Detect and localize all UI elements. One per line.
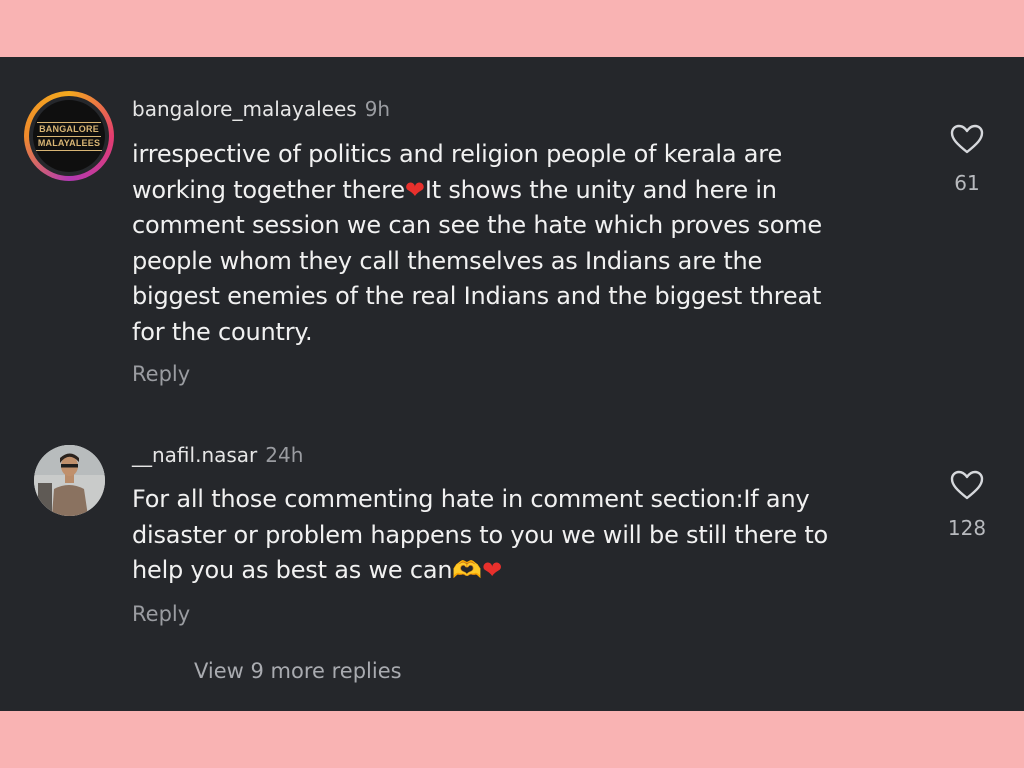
comment-line: disaster or problem happens to you we wi… bbox=[132, 520, 829, 549]
comment-line: irrespective of politics and religion pe… bbox=[132, 140, 783, 168]
person-photo-icon bbox=[34, 445, 105, 516]
comment-line: working together there❤It shows the unit… bbox=[132, 175, 777, 204]
comment-line: for the country. bbox=[132, 317, 313, 346]
heart-hands-emoji-icon: 🫶 bbox=[452, 556, 483, 584]
avatar-logo-text-bottom: MALAYALEES bbox=[35, 137, 103, 151]
comment-line: comment session we can see the hate whic… bbox=[132, 211, 822, 239]
like-count: 61 bbox=[954, 171, 980, 195]
comment-line: biggest enemies of the real Indians and … bbox=[132, 282, 822, 310]
reply-button[interactable]: Reply bbox=[132, 601, 190, 627]
comment-line: For all those commenting hate in comment… bbox=[132, 485, 810, 513]
like-count: 128 bbox=[947, 516, 987, 540]
timestamp: 9h bbox=[364, 97, 391, 121]
avatar-logo-text-top: BANGALORE bbox=[37, 121, 101, 137]
comment-line: help you as best as we can🫶❤ bbox=[132, 556, 503, 584]
red-heart-emoji-icon: ❤ bbox=[482, 556, 503, 584]
timestamp: 24h bbox=[265, 443, 304, 467]
comment-username-line: __nafil.nasar 24h bbox=[132, 443, 303, 467]
avatar[interactable]: BANGALORE MALAYALEES bbox=[33, 100, 105, 172]
comment-text: For all those commenting hate in comment… bbox=[132, 482, 932, 589]
heart-outline-icon[interactable] bbox=[950, 470, 984, 500]
view-more-replies-link[interactable]: View 9 more replies bbox=[194, 658, 402, 684]
red-heart-emoji-icon: ❤ bbox=[404, 175, 425, 204]
username[interactable]: __nafil.nasar bbox=[132, 443, 257, 467]
avatar[interactable] bbox=[34, 445, 105, 516]
comment-username-line: bangalore_malayalees 9h bbox=[132, 97, 390, 121]
comment-line: people whom they call themselves as Indi… bbox=[132, 246, 763, 275]
reply-button[interactable]: Reply bbox=[132, 361, 190, 387]
comment-text: irrespective of politics and religion pe… bbox=[132, 137, 932, 350]
username[interactable]: bangalore_malayalees bbox=[132, 97, 357, 121]
heart-outline-icon[interactable] bbox=[950, 124, 984, 154]
